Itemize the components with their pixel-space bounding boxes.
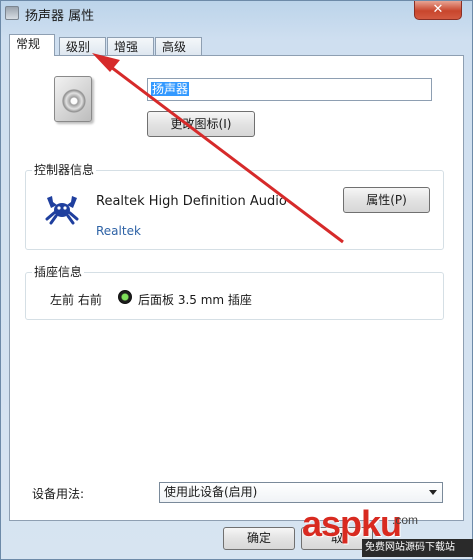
tab-enhancements[interactable]: 增强	[107, 37, 154, 56]
tab-advanced[interactable]: 高级	[155, 37, 202, 56]
device-usage-label: 设备用法:	[32, 487, 85, 501]
change-icon-button[interactable]: 更改图标(I)	[147, 111, 255, 137]
properties-dialog: 扬声器 属性 ✕ 常规 级别 增强 高级 扬声器 更改图标(I) 控制器信息 R	[0, 0, 473, 560]
jack-info-label: 插座信息	[32, 265, 85, 279]
general-tab-panel: 扬声器 更改图标(I) 控制器信息 Realtek High Definitio…	[9, 55, 464, 521]
dropdown-arrow-icon	[429, 490, 437, 495]
device-name-input[interactable]: 扬声器	[147, 78, 432, 101]
controller-properties-button[interactable]: 属性(P)	[343, 187, 430, 213]
jack-position: 左前 右前	[50, 293, 102, 307]
audio-controller-name: Realtek High Definition Audio	[96, 194, 287, 209]
controller-vendor: Realtek	[96, 224, 141, 238]
speaker-icon	[54, 76, 92, 122]
device-name-value: 扬声器	[151, 82, 190, 96]
device-usage-value: 使用此设备(启用)	[164, 485, 258, 499]
speaker-cone-graphic	[62, 89, 86, 113]
tab-strip: 常规 级别 增强 高级	[9, 34, 464, 56]
title-bar: 扬声器 属性 ✕	[1, 1, 472, 29]
realtek-crab-icon	[45, 196, 79, 225]
close-button[interactable]: ✕	[414, 1, 462, 20]
controller-info-label: 控制器信息	[32, 163, 97, 177]
cancel-button[interactable]: 取	[301, 527, 373, 550]
jack-description: 后面板 3.5 mm 插座	[138, 293, 252, 307]
tab-levels[interactable]: 级别	[59, 37, 106, 56]
jack-info-group: 插座信息 左前 右前 后面板 3.5 mm 插座	[25, 265, 444, 320]
speaker-app-icon	[5, 6, 19, 20]
controller-info-group: 控制器信息 Realtek High Definition Audio Real…	[25, 163, 444, 250]
green-jack-icon	[118, 290, 132, 304]
tab-general[interactable]: 常规	[9, 34, 55, 56]
ok-button[interactable]: 确定	[223, 527, 295, 550]
window-title: 扬声器 属性	[25, 9, 95, 24]
device-usage-select[interactable]: 使用此设备(启用)	[159, 482, 443, 503]
